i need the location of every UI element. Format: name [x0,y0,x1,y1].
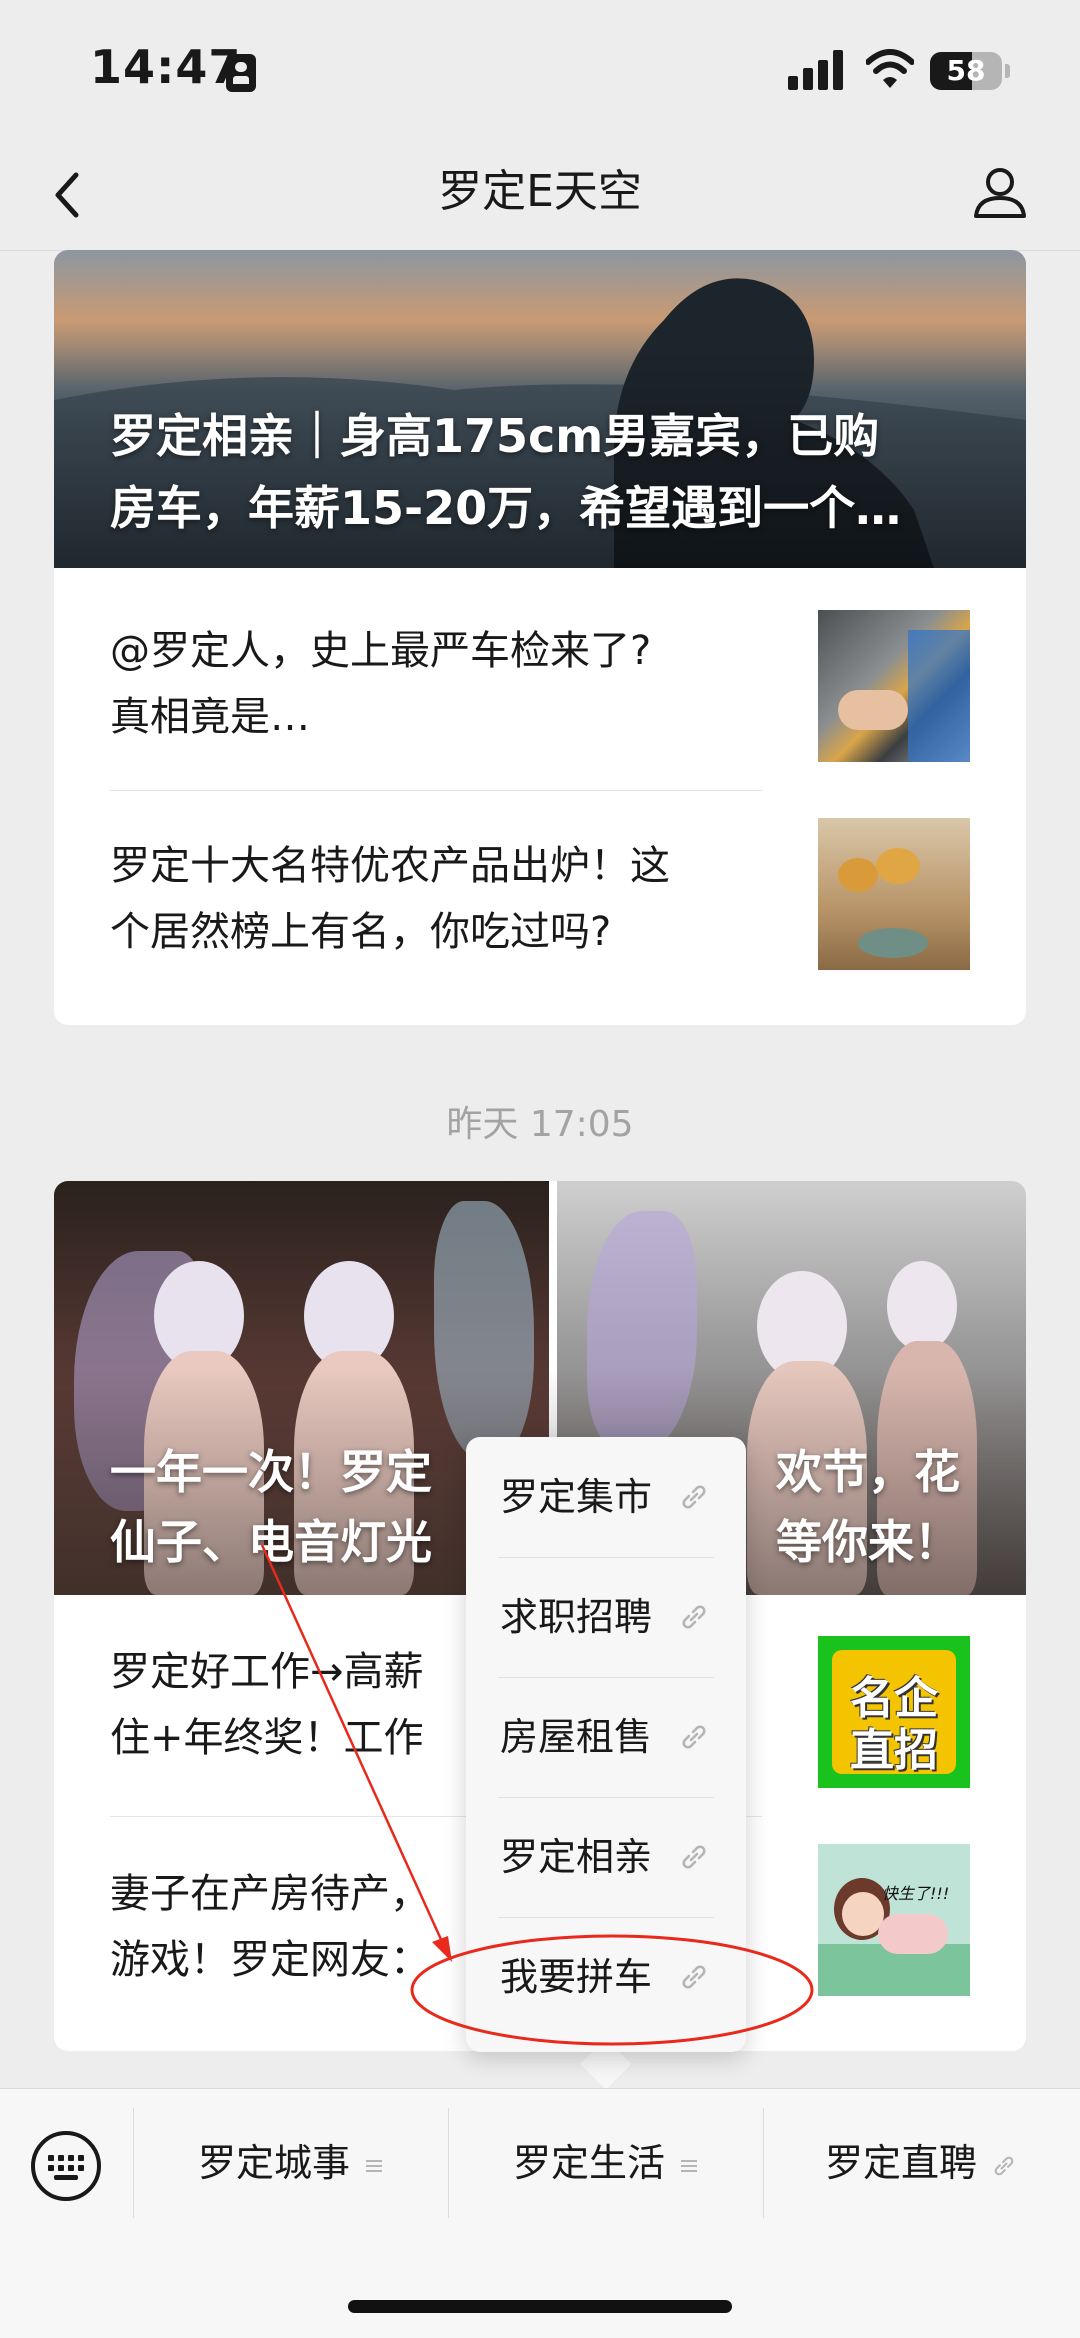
cover-title-line2: 房车，年薪15-20万，希望遇到一个… [110,481,902,535]
wifi-icon [866,49,914,88]
list-item[interactable]: 罗定十大名特优农产品出炉！这 个居然榜上有名，你吃过吗? [54,791,1026,1025]
list-item[interactable]: @罗定人，史上最严车检来了? 真相竟是… [54,568,1026,798]
battery-icon: 58 [930,52,1002,90]
home-indicator [348,2300,732,2313]
timestamp: 昨天 17:05 [446,1104,634,1145]
menu-item-carpool[interactable]: 我要拼车 [466,1917,746,2037]
article-title-line2: 真相竟是… [110,694,310,740]
cover-title-line2-end: 等你来！ [776,1515,960,1569]
thumbnail-text: 快生了!!! [882,1884,950,1903]
submenu-icon [681,2159,697,2172]
popup-menu: 罗定集市 求职招聘 房屋租售 罗定相亲 我要拼车 [466,1437,746,2052]
article-thumbnail: 名企 直招 [818,1636,970,1788]
menu-item-label: 我要拼车 [500,1955,653,1999]
article-group-1: 罗定相亲｜身高175cm男嘉宾，已购 房车，年薪15-20万，希望遇到一个… @… [54,250,1026,1025]
link-icon [682,1845,706,1869]
cover-title-line2: 仙子、电音灯光 [110,1515,432,1569]
battery-level: 58 [946,54,986,87]
article-title-line1: 罗定十大名特优农产品出炉！这 [110,843,670,889]
page-title: 罗定E天空 [438,166,642,217]
cover-title-line1: 罗定相亲｜身高175cm男嘉宾，已购 [110,409,880,463]
bottom-menu-life[interactable]: 罗定生活 [449,2108,763,2218]
link-icon [682,1725,706,1749]
article-thumbnail: 快生了!!! [818,1844,970,1996]
bottom-menu-recruit[interactable]: 罗定直聘 [764,2108,1078,2218]
bottom-menu-label: 罗定直聘 [824,2141,977,2185]
bottom-menu-label: 罗定城事 [197,2141,350,2185]
thumbnail-text-line2: 直招 [850,1725,938,1776]
menu-item-dating[interactable]: 罗定相亲 [466,1797,746,1917]
id-card-icon [226,54,256,92]
menu-item-luoding-market[interactable]: 罗定集市 [466,1437,746,1557]
bottom-menu-label: 罗定生活 [512,2141,665,2185]
menu-item-label: 罗定集市 [500,1475,653,1519]
link-icon [994,2156,1014,2175]
cellular-signal-icon [788,50,844,90]
submenu-icon [366,2159,382,2172]
menu-item-label: 房屋租售 [500,1715,653,1759]
battery-tip [1005,64,1010,78]
article-thumbnail [818,818,970,970]
link-icon [682,1485,706,1509]
article-title-line2: 个居然榜上有名，你吃过吗? [110,909,612,955]
menu-item-housing[interactable]: 房屋租售 [466,1677,746,1797]
link-icon [682,1605,706,1629]
article-title-line1: @罗定人，史上最严车检来了? [110,628,652,674]
menu-item-jobs[interactable]: 求职招聘 [466,1557,746,1677]
cover-image[interactable]: 罗定相亲｜身高175cm男嘉宾，已购 房车，年薪15-20万，希望遇到一个… [54,250,1026,568]
bottom-menu-city-news[interactable]: 罗定城事 [134,2108,448,2218]
keyboard-icon[interactable] [28,2128,104,2204]
status-time: 14:47 [90,40,242,94]
cover-title-line1-end: 欢节，花 [776,1445,960,1499]
menu-item-label: 罗定相亲 [500,1835,653,1879]
link-icon [682,1965,706,1989]
article-thumbnail [818,610,970,762]
profile-icon[interactable] [970,162,1030,222]
cover-title-line1: 一年一次！罗定 [110,1445,432,1499]
menu-item-label: 求职招聘 [500,1595,653,1639]
